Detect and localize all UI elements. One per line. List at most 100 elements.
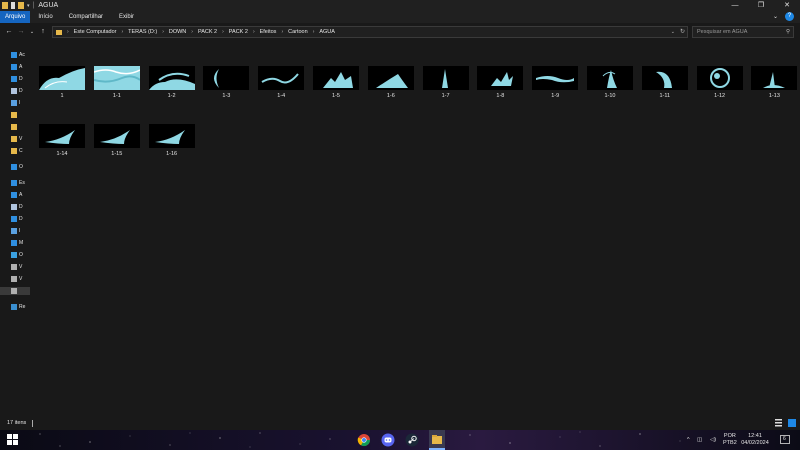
sidebar-item[interactable]: Re — [11, 303, 29, 311]
file-name: 1 — [60, 93, 64, 99]
image-preview — [641, 66, 688, 90]
back-arrow-icon[interactable]: ← — [4, 26, 14, 38]
file-thumbnail[interactable]: 1-6 — [367, 66, 414, 100]
file-thumbnail[interactable]: 1-5 — [313, 66, 359, 100]
sidebar-item[interactable]: V — [11, 135, 29, 143]
sidebar-item[interactable]: C — [11, 147, 29, 155]
sidebar-item-label: V — [19, 264, 23, 270]
sidebar-item[interactable]: D — [11, 215, 29, 223]
sidebar-item-label: O — [19, 252, 23, 258]
file-thumbnail[interactable]: 1-14 — [39, 124, 85, 158]
file-thumbnail[interactable]: 1-8 — [477, 66, 524, 100]
title-separator: | — [32, 2, 35, 9]
file-name: 1-16 — [166, 151, 178, 157]
breadcrumb-item[interactable]: Efeitos — [260, 29, 277, 35]
sidebar-item[interactable]: D — [11, 203, 29, 211]
sidebar-item[interactable]: D — [11, 75, 29, 83]
maximize-button[interactable]: ❐ — [748, 0, 774, 11]
large-icons-view-icon[interactable] — [788, 419, 796, 427]
file-name: 1-2 — [167, 93, 176, 99]
folder-icon — [11, 136, 17, 142]
search-icon: ⚲ — [785, 29, 790, 35]
tab-compartilhar[interactable]: Compartilhar — [61, 11, 111, 23]
tab-inicio[interactable]: Início — [30, 11, 60, 23]
file-thumbnail[interactable]: 1-10 — [587, 66, 633, 100]
file-thumbnail[interactable]: 1-4 — [258, 66, 305, 100]
details-view-icon[interactable] — [775, 419, 782, 427]
help-button[interactable]: ? — [785, 12, 794, 21]
file-thumbnail[interactable]: 1-15 — [93, 124, 140, 158]
breadcrumb-separator: › — [312, 29, 315, 35]
tab-exibir[interactable]: Exibir — [111, 11, 142, 23]
chrome-icon[interactable] — [357, 433, 371, 447]
file-name: 1-10 — [604, 93, 616, 99]
properties-icon[interactable] — [11, 2, 15, 9]
sidebar-item[interactable]: A — [11, 63, 29, 71]
file-explorer-icon[interactable] — [429, 430, 445, 450]
notification-center-icon[interactable]: 6 — [780, 435, 790, 445]
expand-ribbon-icon[interactable]: ⌄ — [773, 11, 778, 23]
clock[interactable]: 12:41 04/02/2024 — [741, 433, 769, 447]
file-thumbnail[interactable]: 1-1 — [93, 66, 140, 100]
sidebar-item[interactable]: M — [11, 239, 29, 247]
refresh-icon[interactable]: ↻ — [680, 27, 685, 37]
show-hidden-icons[interactable]: ^ — [687, 430, 690, 450]
sidebar-item-label: O — [19, 164, 23, 170]
file-thumbnail[interactable]: 1-11 — [641, 66, 688, 100]
search-input[interactable]: Pesquisar em AGUA ⚲ — [692, 26, 794, 38]
sidebar-item[interactable]: V — [11, 275, 29, 283]
chevron-down-icon[interactable]: ⌄ — [671, 27, 675, 37]
file-thumbnail[interactable]: 1-13 — [751, 66, 798, 100]
tab-arquivo[interactable]: Arquivo — [0, 11, 31, 23]
forward-arrow-icon[interactable]: → — [16, 26, 26, 38]
minimize-button[interactable]: — — [722, 0, 748, 11]
sidebar-item[interactable]: D — [11, 87, 29, 95]
wallpaper-stars — [0, 430, 800, 450]
navigation-pane: Ac A D D I V C O Es A D D I M O V V Re — [0, 41, 30, 417]
sidebar-item[interactable]: V — [11, 263, 29, 271]
file-thumbnail[interactable]: 1-2 — [148, 66, 195, 100]
sidebar-item[interactable] — [11, 111, 29, 119]
file-thumbnail[interactable]: 1-3 — [203, 66, 250, 100]
sidebar-item[interactable] — [0, 287, 30, 295]
close-button[interactable]: ✕ — [774, 0, 800, 11]
file-thumbnail[interactable]: 1-16 — [148, 124, 195, 158]
sidebar-item[interactable]: I — [11, 227, 29, 235]
file-thumbnail[interactable]: 1-12 — [696, 66, 743, 100]
sidebar-item[interactable]: O — [11, 251, 29, 259]
up-arrow-icon[interactable]: ↑ — [38, 26, 48, 38]
sidebar-item[interactable] — [11, 123, 29, 131]
new-folder-icon[interactable] — [18, 2, 24, 9]
sidebar-item[interactable]: O — [11, 163, 29, 171]
item-count: 17 itens — [7, 420, 27, 426]
file-thumbnail[interactable]: 1-9 — [532, 66, 579, 100]
breadcrumb-item[interactable]: PACK 2 — [229, 29, 248, 35]
breadcrumb-item[interactable]: AGUA — [319, 29, 335, 35]
sidebar-item-label: D — [19, 76, 23, 82]
breadcrumb-item[interactable]: Este Computador — [74, 29, 117, 35]
network-icon[interactable]: ◫ — [697, 430, 702, 450]
sidebar-item[interactable]: A — [11, 191, 29, 199]
steam-icon[interactable] — [405, 433, 419, 447]
breadcrumb-item[interactable]: TERAS (D:) — [128, 29, 157, 35]
breadcrumb-item[interactable]: PACK 2 — [198, 29, 217, 35]
file-thumbnail[interactable]: 1-7 — [422, 66, 469, 100]
chevron-down-icon[interactable]: ▾ — [27, 3, 30, 9]
star-icon — [11, 52, 17, 58]
sidebar-item[interactable]: I — [11, 99, 29, 107]
folder-icon[interactable] — [2, 2, 8, 9]
image-preview — [477, 66, 524, 90]
start-button[interactable] — [6, 433, 20, 447]
volume-icon[interactable]: ◁) — [710, 430, 716, 450]
language-label: POR — [723, 433, 736, 439]
language-indicator[interactable]: POR PTB2 — [723, 433, 737, 447]
title-bar: ▾ | AGUA — ❐ ✕ — [0, 0, 800, 11]
breadcrumb-item[interactable]: Cartoon — [288, 29, 308, 35]
file-thumbnail[interactable]: 1 — [39, 66, 85, 100]
sidebar-item[interactable]: Es — [11, 179, 29, 187]
breadcrumb-item[interactable]: DOWN — [169, 29, 186, 35]
sidebar-item[interactable]: Ac — [11, 51, 29, 59]
recent-locations-icon[interactable]: ⌄ — [27, 26, 37, 38]
discord-icon[interactable] — [381, 433, 395, 447]
address-bar[interactable]: › Este Computador › TERAS (D:) › DOWN › … — [52, 26, 688, 38]
